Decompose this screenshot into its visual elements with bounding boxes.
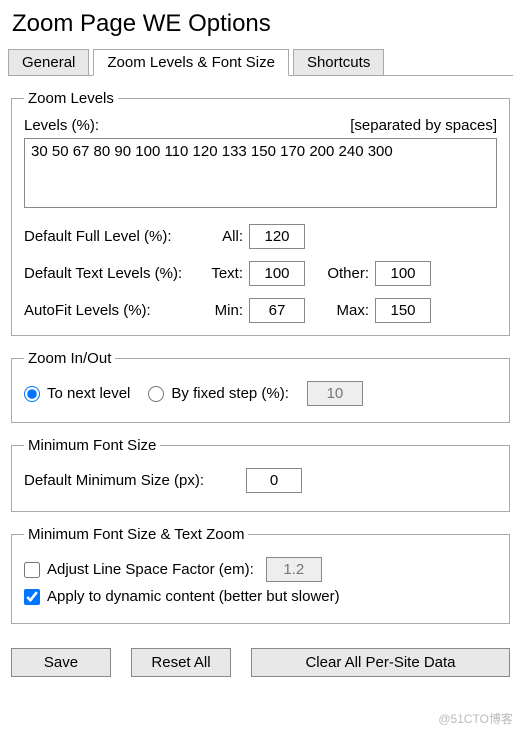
text-input[interactable] — [249, 261, 305, 286]
clear-button[interactable]: Clear All Per-Site Data — [251, 648, 510, 677]
max-input[interactable] — [375, 298, 431, 323]
default-text-label: Default Text Levels (%): — [24, 265, 189, 282]
tab-zoom-levels[interactable]: Zoom Levels & Font Size — [93, 49, 289, 76]
max-label: Max: — [311, 302, 369, 319]
save-button[interactable]: Save — [11, 648, 111, 677]
min-font-text-zoom-legend: Minimum Font Size & Text Zoom — [24, 526, 248, 543]
adjust-line-checkbox[interactable] — [24, 562, 40, 578]
to-next-option[interactable]: To next level — [24, 385, 130, 402]
default-full-label: Default Full Level (%): — [24, 228, 189, 245]
default-min-label: Default Minimum Size (px): — [24, 472, 234, 489]
to-next-label: To next level — [47, 385, 130, 402]
adjust-line-input — [266, 557, 322, 582]
tab-shortcuts[interactable]: Shortcuts — [293, 49, 384, 76]
adjust-line-option[interactable]: Adjust Line Space Factor (em): — [24, 561, 254, 578]
watermark: @51CTO博客 — [438, 710, 513, 727]
zoom-levels-fieldset: Zoom Levels Levels (%): [separated by sp… — [11, 90, 510, 336]
by-fixed-radio[interactable] — [148, 386, 164, 402]
to-next-radio[interactable] — [24, 386, 40, 402]
dynamic-option[interactable]: Apply to dynamic content (better but slo… — [24, 588, 340, 605]
reset-button[interactable]: Reset All — [131, 648, 231, 677]
min-font-size-legend: Minimum Font Size — [24, 437, 160, 454]
min-font-text-zoom-fieldset: Minimum Font Size & Text Zoom Adjust Lin… — [11, 526, 510, 624]
by-fixed-input — [307, 381, 363, 406]
buttons-row: Save Reset All Clear All Per-Site Data — [11, 648, 510, 677]
zoom-inout-fieldset: Zoom In/Out To next level By fixed step … — [11, 350, 510, 423]
levels-label: Levels (%): — [24, 117, 99, 134]
min-font-size-fieldset: Minimum Font Size Default Minimum Size (… — [11, 437, 510, 512]
by-fixed-label: By fixed step (%): — [171, 385, 289, 402]
all-input[interactable] — [249, 224, 305, 249]
tabs: General Zoom Levels & Font Size Shortcut… — [8, 48, 513, 76]
page-title: Zoom Page WE Options — [12, 10, 513, 38]
all-label: All: — [195, 228, 243, 245]
other-label: Other: — [311, 265, 369, 282]
text-label: Text: — [195, 265, 243, 282]
levels-hint: [separated by spaces] — [350, 117, 497, 134]
other-input[interactable] — [375, 261, 431, 286]
min-label: Min: — [195, 302, 243, 319]
dynamic-checkbox[interactable] — [24, 589, 40, 605]
autofit-label: AutoFit Levels (%): — [24, 302, 189, 319]
zoom-levels-legend: Zoom Levels — [24, 90, 118, 107]
default-min-input[interactable] — [246, 468, 302, 493]
min-input[interactable] — [249, 298, 305, 323]
adjust-line-label: Adjust Line Space Factor (em): — [47, 561, 254, 578]
zoom-inout-legend: Zoom In/Out — [24, 350, 115, 367]
dynamic-label: Apply to dynamic content (better but slo… — [47, 588, 340, 605]
by-fixed-option[interactable]: By fixed step (%): — [148, 385, 289, 402]
levels-input[interactable]: 30 50 67 80 90 100 110 120 133 150 170 2… — [24, 138, 497, 208]
tab-general[interactable]: General — [8, 49, 89, 76]
